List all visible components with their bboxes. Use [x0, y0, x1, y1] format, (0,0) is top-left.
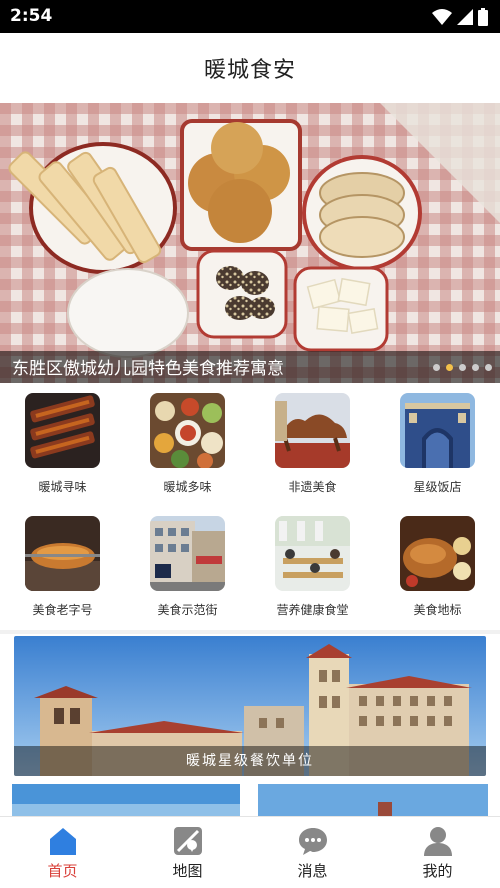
category-thumb — [150, 516, 225, 591]
category-thumb — [400, 516, 475, 591]
nav-item-map[interactable]: 地图 — [125, 817, 250, 888]
wifi-icon — [432, 9, 452, 25]
category-label: 暖城多味 — [163, 480, 212, 494]
carousel-dot[interactable] — [459, 364, 466, 371]
category-label: 非遗美食 — [288, 480, 337, 494]
page-title: 暖城食安 — [203, 58, 296, 83]
carousel-dot[interactable] — [472, 364, 479, 371]
banner-image — [0, 103, 500, 383]
promo-banner[interactable]: 暖城星级餐饮单位 — [14, 636, 486, 776]
category-label: 营养健康食堂 — [276, 603, 349, 617]
category-thumb — [150, 393, 225, 468]
chat-icon — [298, 828, 327, 855]
category-label: 美食地标 — [413, 603, 462, 617]
bottom-nav: 首页 地图 消息 我的 — [0, 816, 500, 888]
nav-label: 地图 — [172, 862, 203, 880]
category-item-xingji-fandian[interactable]: 星级饭店 — [375, 385, 500, 507]
banner-carousel[interactable]: 东胜区傲城幼儿园特色美食推荐寓意 — [0, 103, 500, 383]
status-bar: 2:54 — [0, 0, 500, 33]
category-label: 星级饭店 — [413, 480, 462, 494]
nav-label: 首页 — [47, 862, 78, 880]
category-thumb — [400, 393, 475, 468]
category-item-feiyi-meishi[interactable]: 非遗美食 — [250, 385, 375, 507]
next-card-right[interactable] — [258, 784, 488, 816]
banner-caption: 东胜区傲城幼儿园特色美食推荐寓意 — [12, 359, 284, 379]
carousel-indicator — [433, 364, 492, 371]
carousel-dot[interactable] — [485, 364, 492, 371]
app-header: 暖城食安 — [0, 33, 500, 103]
category-grid: 暖城寻味 暖城多味 非遗美食 星级饭店 美食老字号 美食示范街 营养健康食堂 美… — [0, 385, 500, 630]
category-thumb — [25, 393, 100, 468]
map-icon — [173, 827, 202, 855]
nav-item-profile[interactable]: 我的 — [375, 817, 500, 888]
category-label: 美食老字号 — [32, 603, 93, 617]
category-item-meishi-laozihao[interactable]: 美食老字号 — [0, 508, 125, 630]
promo-label: 暖城星级餐饮单位 — [186, 753, 314, 769]
category-label: 暖城寻味 — [38, 480, 87, 494]
next-card-left[interactable] — [12, 784, 240, 816]
home-icon — [49, 828, 76, 855]
category-thumb — [25, 516, 100, 591]
signal-icon — [457, 9, 473, 25]
category-item-nuancheng-duowei[interactable]: 暖城多味 — [125, 385, 250, 507]
category-item-meishi-dibiao[interactable]: 美食地标 — [375, 508, 500, 630]
carousel-dot[interactable] — [446, 364, 453, 371]
nav-item-home[interactable]: 首页 — [0, 817, 125, 888]
user-icon — [423, 827, 452, 856]
carousel-dot[interactable] — [433, 364, 440, 371]
battery-icon — [478, 8, 488, 26]
status-icons — [432, 7, 488, 27]
category-item-yingyang-jiankang-shitang[interactable]: 营养健康食堂 — [250, 508, 375, 630]
nav-item-messages[interactable]: 消息 — [250, 817, 375, 888]
category-label: 美食示范街 — [157, 603, 218, 617]
nav-label: 消息 — [297, 862, 328, 880]
section-divider — [0, 630, 500, 634]
category-item-nuancheng-xunwei[interactable]: 暖城寻味 — [0, 385, 125, 507]
nav-label: 我的 — [422, 862, 453, 880]
category-thumb — [275, 393, 350, 468]
status-time: 2:54 — [10, 6, 53, 26]
category-item-meishi-shifanjie[interactable]: 美食示范街 — [125, 508, 250, 630]
category-thumb — [275, 516, 350, 591]
